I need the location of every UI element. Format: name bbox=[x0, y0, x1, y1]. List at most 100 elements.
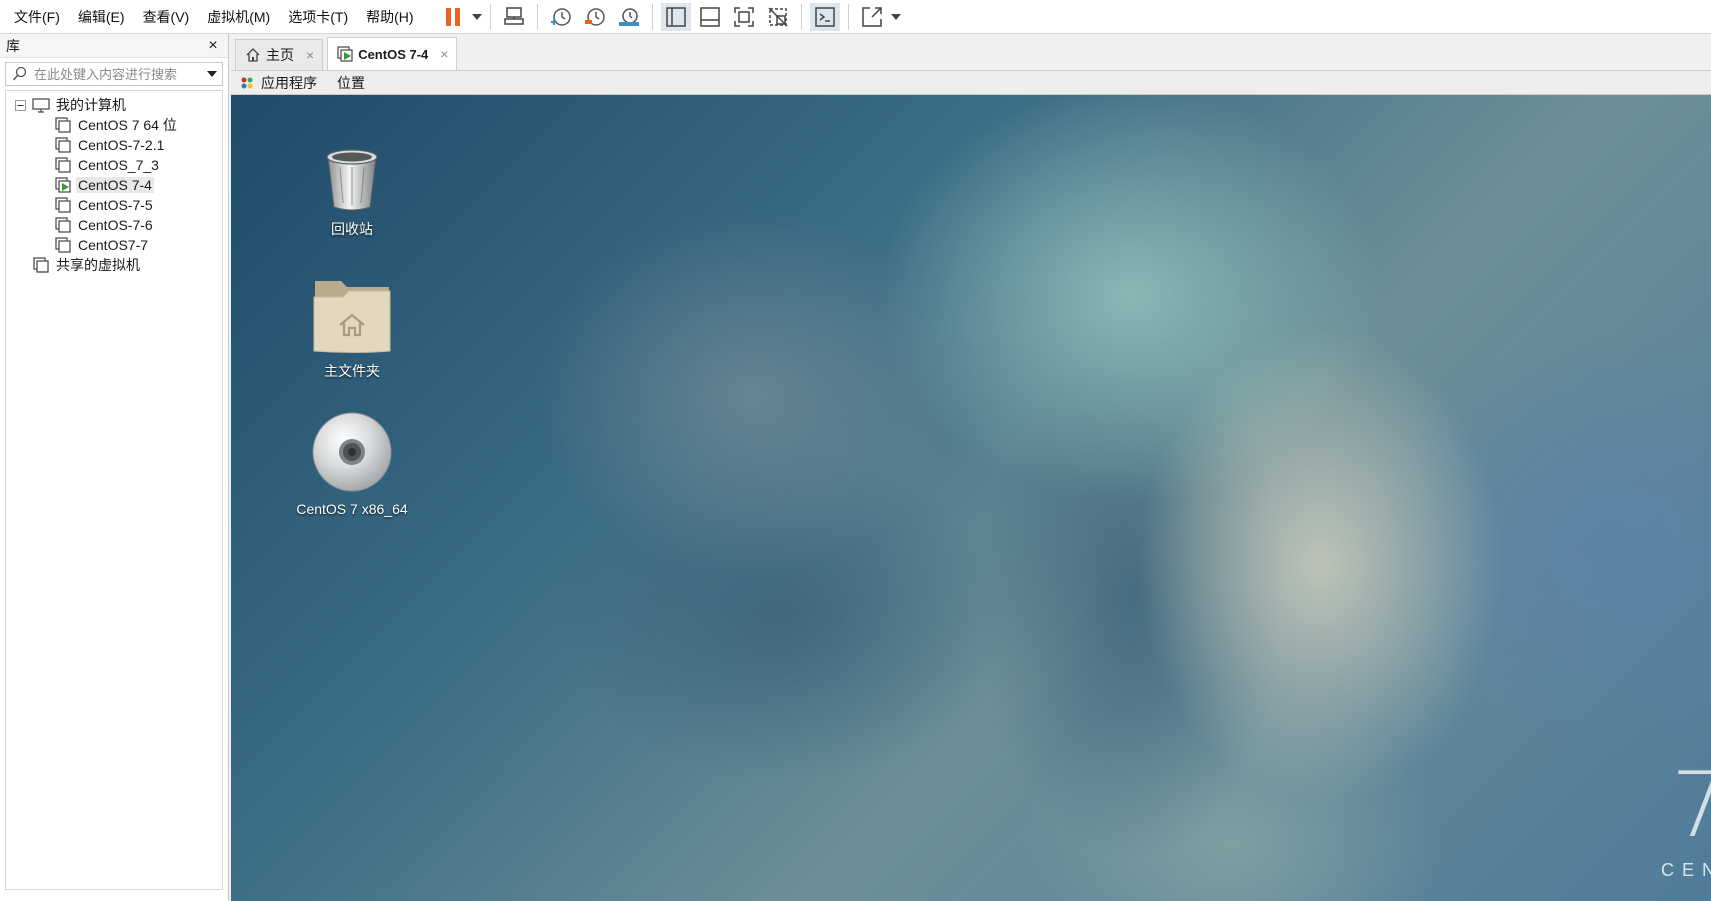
places-menu[interactable]: 位置 bbox=[337, 73, 365, 93]
vm-icon bbox=[54, 117, 72, 133]
brand-numeral: 7 bbox=[1671, 753, 1711, 858]
console-view-icon bbox=[814, 6, 835, 27]
stretch-dropdown-button[interactable] bbox=[889, 3, 903, 31]
vm-icon bbox=[54, 197, 72, 213]
tree-vm-label: CentOS 7-4 bbox=[76, 177, 154, 193]
home-icon bbox=[244, 46, 262, 64]
centos-brand-watermark: 7 CENT bbox=[1631, 761, 1711, 881]
stretch-guest-button[interactable] bbox=[857, 3, 887, 31]
gnome-top-bar: 应用程序 位置 bbox=[231, 71, 1711, 95]
tree-vm-label: CentOS-7-6 bbox=[78, 217, 153, 233]
thumbnail-bar-icon bbox=[699, 6, 720, 27]
toolbar-separator bbox=[800, 3, 802, 30]
pause-button[interactable] bbox=[438, 3, 468, 31]
show-library-button[interactable] bbox=[660, 2, 691, 31]
tree-vm-label: CentOS 7 64 位 bbox=[78, 117, 177, 133]
library-close-button[interactable]: × bbox=[206, 37, 220, 55]
pause-icon bbox=[445, 7, 460, 26]
home-folder-icon bbox=[313, 281, 391, 353]
caret-down-icon bbox=[471, 13, 482, 20]
guest-desktop[interactable]: 回收站 主文件夹 CentOS 7 x86_64 7 CE bbox=[231, 95, 1711, 901]
tree-node-label: 我的计算机 bbox=[56, 97, 126, 113]
menu-tabs[interactable]: 选项卡(T) bbox=[282, 6, 354, 28]
menu-view[interactable]: 查看(V) bbox=[137, 6, 196, 28]
tree-node-label: 共享的虚拟机 bbox=[56, 257, 140, 273]
revert-snapshot-button[interactable] bbox=[580, 3, 610, 31]
tree-vm-item[interactable]: CentOS-7-6 bbox=[6, 215, 222, 235]
brand-wordmark: CENT bbox=[1661, 860, 1711, 880]
tree-vm-item[interactable]: CentOS 7 64 位 bbox=[6, 115, 222, 135]
tab-close-button[interactable]: × bbox=[440, 46, 448, 62]
vm-running-icon bbox=[54, 177, 72, 193]
desktop-icon-cdrom[interactable]: CentOS 7 x86_64 bbox=[282, 411, 422, 517]
tree-vm-item-selected[interactable]: CentOS 7-4 bbox=[6, 175, 222, 195]
vm-icon bbox=[54, 157, 72, 173]
thumbnail-bar-button[interactable] bbox=[695, 3, 725, 31]
pause-dropdown-button[interactable] bbox=[470, 3, 484, 31]
menu-toolbar-bar: 文件(F) 编辑(E) 查看(V) 虚拟机(M) 选项卡(T) 帮助(H) bbox=[0, 0, 1711, 34]
tree-vm-label: CentOS7-7 bbox=[78, 237, 149, 253]
menu-file[interactable]: 文件(F) bbox=[8, 6, 66, 28]
gnome-foot-icon bbox=[239, 75, 255, 91]
unity-button[interactable] bbox=[763, 3, 793, 31]
guest-screen[interactable]: 应用程序 位置 回收站 主文件夹 CentOS 7 x86_64 7 CE bbox=[231, 71, 1711, 901]
collapse-icon[interactable] bbox=[14, 99, 26, 111]
library-search-input[interactable] bbox=[34, 66, 202, 82]
search-icon bbox=[6, 66, 34, 82]
tree-vm-item[interactable]: CentOS-7-5 bbox=[6, 195, 222, 215]
vm-icon bbox=[54, 237, 72, 253]
vm-icon bbox=[54, 137, 72, 153]
tab-centos-7-4[interactable]: CentOS 7-4 × bbox=[327, 37, 458, 70]
tab-label: 主页 bbox=[266, 47, 294, 63]
tree-vm-item[interactable]: CentOS_7_3 bbox=[6, 155, 222, 175]
library-tree: 我的计算机 CentOS 7 64 位 CentOS-7-2.1 CentOS_… bbox=[5, 90, 223, 890]
show-library-icon bbox=[665, 6, 686, 27]
desktop-icon-trash[interactable]: 回收站 bbox=[282, 145, 422, 239]
snapshot-manager-icon bbox=[618, 7, 639, 26]
tree-node-my-computer[interactable]: 我的计算机 bbox=[6, 95, 222, 115]
desktop-icon-label: 主文件夹 bbox=[324, 363, 380, 379]
tab-home[interactable]: 主页 × bbox=[235, 39, 324, 70]
tree-node-shared-vms[interactable]: 共享的虚拟机 bbox=[6, 255, 222, 275]
fullscreen-icon bbox=[733, 6, 754, 27]
toolbar-separator bbox=[847, 3, 849, 30]
send-ctrl-alt-del-button[interactable] bbox=[499, 3, 529, 31]
vm-icon bbox=[54, 217, 72, 233]
menu-vm[interactable]: 虚拟机(M) bbox=[201, 6, 276, 28]
tree-vm-label: CentOS-7-2.1 bbox=[78, 137, 165, 153]
desktop-icon-label: CentOS 7 x86_64 bbox=[296, 501, 408, 517]
tree-vm-item[interactable]: CentOS7-7 bbox=[6, 235, 222, 255]
tab-label: CentOS 7-4 bbox=[358, 46, 429, 62]
tab-close-button[interactable]: × bbox=[306, 47, 314, 63]
library-panel: 库 × 我的计算机 CentOS 7 64 位 CentOS-7-2.1 bbox=[0, 34, 229, 901]
take-snapshot-button[interactable] bbox=[546, 3, 576, 31]
toolbar-separator bbox=[651, 3, 653, 30]
snapshot-manager-button[interactable] bbox=[614, 3, 644, 31]
library-header: 库 × bbox=[0, 34, 228, 58]
tab-bar: 主页 × CentOS 7-4 × bbox=[231, 34, 1711, 71]
library-title: 库 bbox=[6, 37, 20, 54]
unity-icon bbox=[768, 6, 788, 27]
caret-down-icon bbox=[207, 71, 217, 77]
stretch-guest-icon bbox=[861, 6, 882, 27]
menu-bar: 文件(F) 编辑(E) 查看(V) 虚拟机(M) 选项卡(T) 帮助(H) bbox=[0, 6, 426, 28]
toolbar-separator bbox=[489, 3, 491, 30]
fullscreen-button[interactable] bbox=[729, 3, 759, 31]
search-dropdown-button[interactable] bbox=[202, 71, 222, 77]
toolbar bbox=[436, 0, 903, 34]
caret-down-icon bbox=[890, 13, 901, 20]
revert-snapshot-icon bbox=[584, 7, 605, 26]
desktop-icon-home-folder[interactable]: 主文件夹 bbox=[282, 277, 422, 381]
tree-vm-label: CentOS_7_3 bbox=[78, 157, 159, 173]
cdrom-icon bbox=[312, 412, 392, 492]
shared-vm-icon bbox=[32, 257, 50, 273]
menu-edit[interactable]: 编辑(E) bbox=[72, 6, 131, 28]
library-search bbox=[5, 62, 223, 86]
console-view-button[interactable] bbox=[809, 2, 840, 31]
applications-menu[interactable]: 应用程序 bbox=[261, 73, 317, 93]
menu-help[interactable]: 帮助(H) bbox=[360, 6, 419, 28]
tree-vm-item[interactable]: CentOS-7-2.1 bbox=[6, 135, 222, 155]
tree-vm-label: CentOS-7-5 bbox=[78, 197, 153, 213]
computer-icon bbox=[32, 97, 50, 113]
send-ctrl-alt-del-icon bbox=[503, 6, 524, 25]
